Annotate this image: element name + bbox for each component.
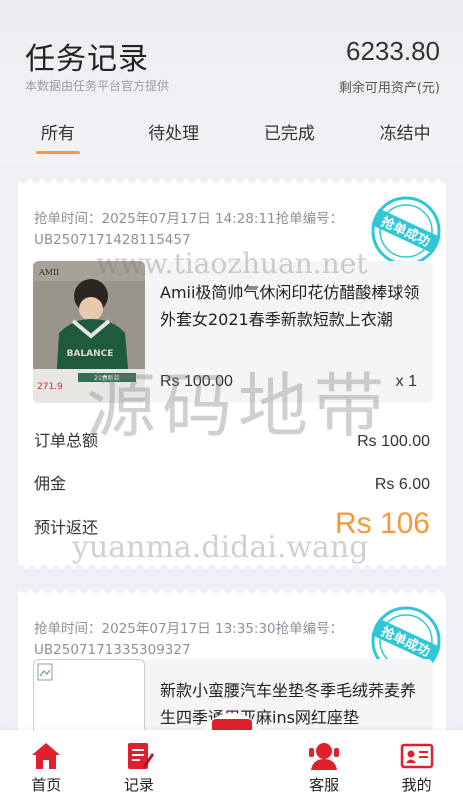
bottom-nav: 首页 记录 客服 我的 xyxy=(0,730,463,812)
stamp-text: 抢单成功 xyxy=(379,214,433,250)
return-row: 预计返还 Rs 106 xyxy=(34,507,430,541)
tab-completed[interactable]: 已完成 xyxy=(232,112,348,162)
nav-label: 首页 xyxy=(31,776,62,794)
order-meta: 抢单时间：2025年07月17日 14:28:11抢单编号：UB25071714… xyxy=(34,211,344,248)
order-card[interactable]: 抢单时间：2025年07月17日 14:28:11抢单编号：UB25071714… xyxy=(18,179,446,569)
balance-label: 剩余可用资产(元) xyxy=(338,81,440,96)
return-value: Rs 106 xyxy=(334,507,430,540)
nav-service[interactable]: 客服 xyxy=(278,730,371,812)
header: 任务记录 本数据由任务平台官方提供 6233.80 剩余可用资产(元) 所有 待… xyxy=(0,0,463,165)
tab-pending[interactable]: 待处理 xyxy=(116,112,232,162)
product-quantity: x 1 xyxy=(395,373,417,390)
product-thumbnail: BALANCE 271.9 21春新款 AMII xyxy=(33,261,145,403)
nav-record[interactable]: 记录 xyxy=(93,730,186,812)
order-total-row: 订单总额 Rs 100.00 xyxy=(34,427,430,451)
product-name: Amii极简帅气休闲印花仿醋酸棒球领外套女2021春季新款短款上衣潮 xyxy=(160,283,420,329)
page-subtitle: 本数据由任务平台官方提供 xyxy=(25,79,170,93)
stamp-text: 抢单成功 xyxy=(379,624,433,660)
nav-label: 我的 xyxy=(401,776,432,794)
return-label: 预计返还 xyxy=(34,518,99,537)
commission-value: Rs 6.00 xyxy=(374,476,430,493)
svg-text:BALANCE: BALANCE xyxy=(67,349,114,359)
commission-label: 佣金 xyxy=(34,474,67,493)
svg-text:AMII: AMII xyxy=(38,268,59,277)
svg-text:21春新款: 21春新款 xyxy=(94,374,120,382)
product-name: 新款小蛮腰汽车坐垫冬季毛绒荞麦养生四季通用亚麻ins网红座垫 xyxy=(160,681,417,727)
svg-text:271.9: 271.9 xyxy=(37,382,63,392)
nav-profile[interactable]: 我的 xyxy=(370,730,463,812)
status-tabs: 所有 待处理 已完成 冻结中 xyxy=(0,112,463,162)
tab-frozen[interactable]: 冻结中 xyxy=(347,112,463,162)
nav-label: 记录 xyxy=(123,776,154,794)
product-price: Rs 100.00 xyxy=(160,373,233,390)
page-title: 任务记录 xyxy=(25,42,149,77)
nav-grab-spacer xyxy=(185,730,278,812)
order-total-label: 订单总额 xyxy=(34,431,99,450)
profile-icon xyxy=(400,743,433,769)
home-icon xyxy=(32,743,61,769)
service-icon xyxy=(309,743,340,770)
nav-home[interactable]: 首页 xyxy=(0,730,93,812)
nav-label: 客服 xyxy=(309,776,340,794)
commission-row: 佣金 Rs 6.00 xyxy=(34,470,430,494)
balance-value: 6233.80 xyxy=(346,36,440,66)
broken-image-icon xyxy=(37,663,53,681)
order-meta: 抢单时间：2025年07月17日 13:35:30抢单编号：UB25071713… xyxy=(34,621,344,658)
product-box[interactable]: BALANCE 271.9 21春新款 AMII Amii极简帅气休闲印花仿醋酸… xyxy=(33,261,433,403)
grab-success-stamp: 抢单成功 xyxy=(371,196,441,266)
tab-all[interactable]: 所有 xyxy=(0,112,116,162)
record-icon xyxy=(127,743,154,769)
order-total-value: Rs 100.00 xyxy=(357,433,430,450)
